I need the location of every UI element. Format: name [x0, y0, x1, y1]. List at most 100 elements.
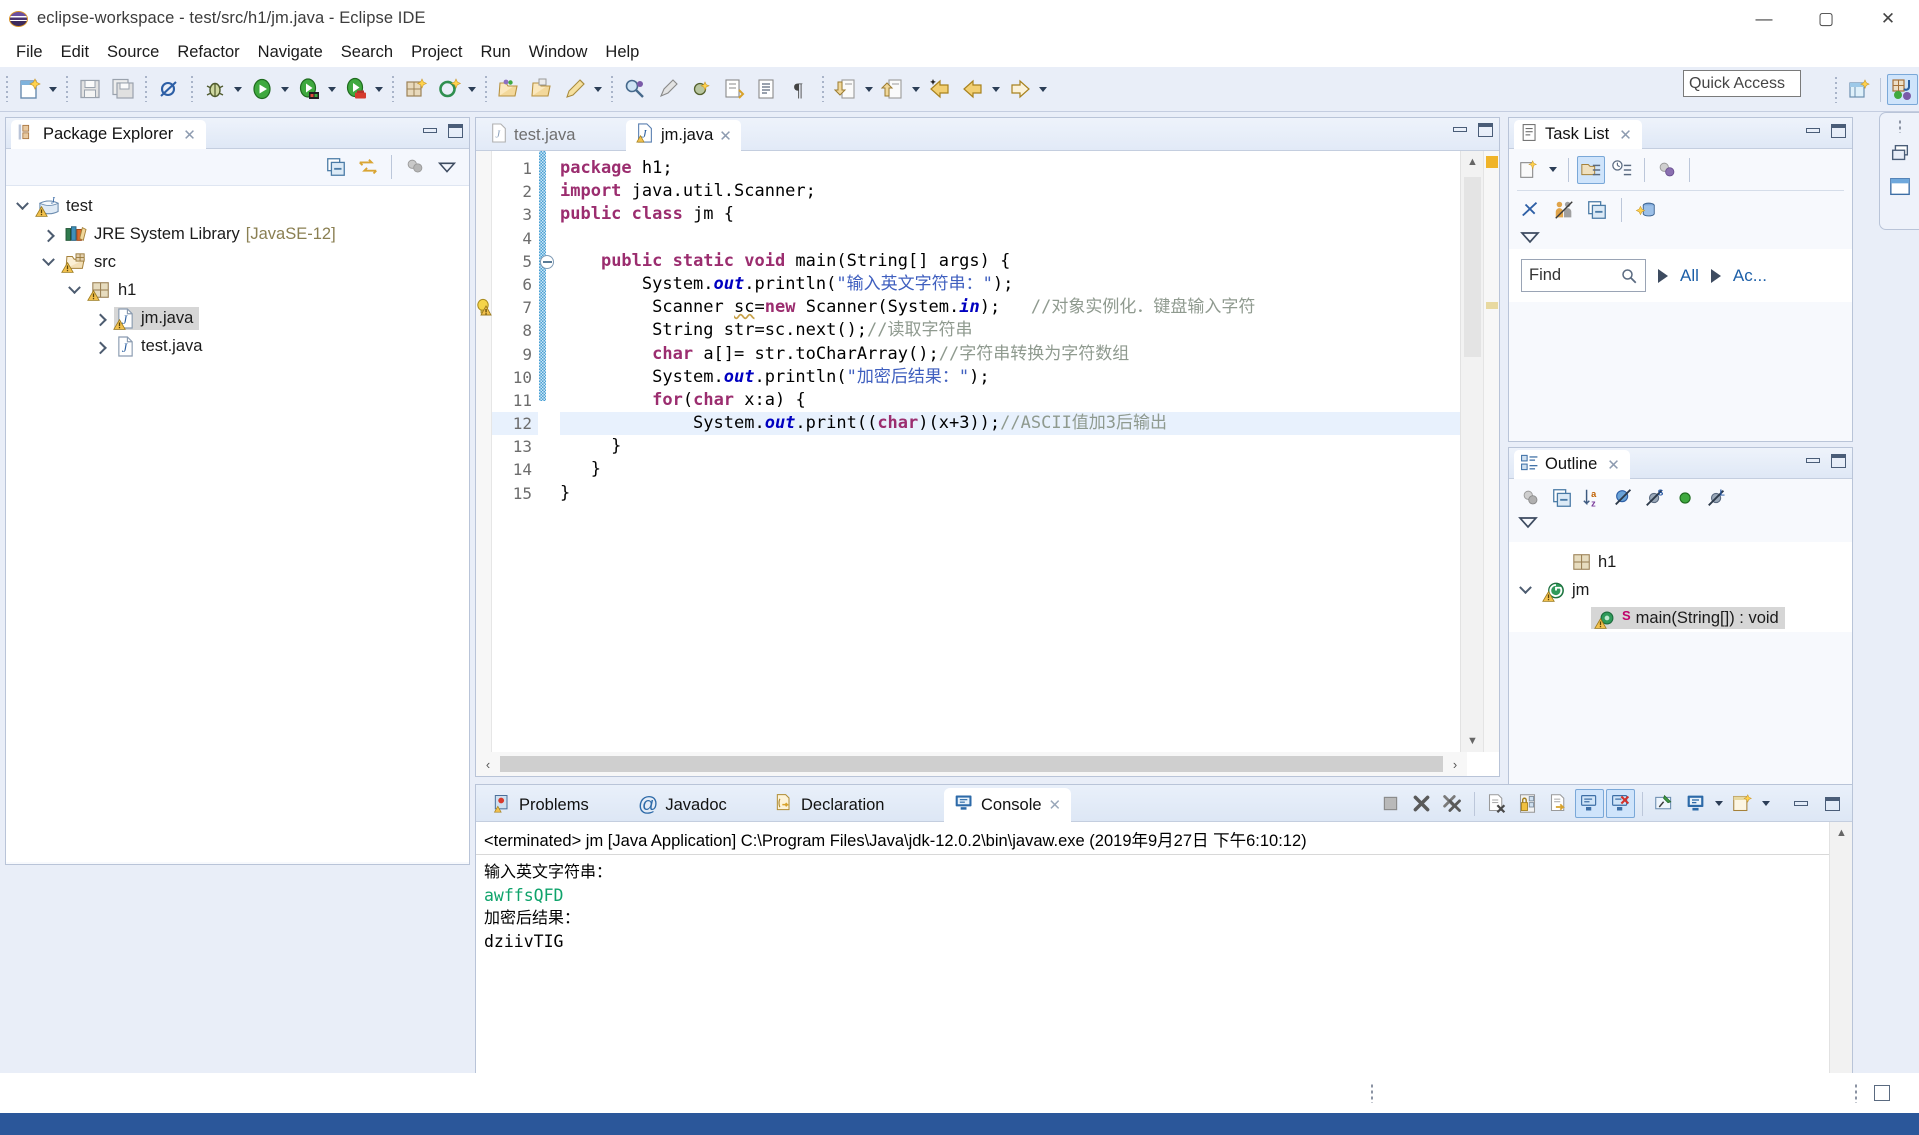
menu-project[interactable]: Project — [402, 41, 471, 64]
coverage-dropdown[interactable] — [325, 74, 339, 105]
annotation-ruler[interactable] — [476, 151, 492, 776]
open-task-icon[interactable] — [526, 74, 557, 105]
back-icon[interactable] — [957, 74, 988, 105]
back-dropdown[interactable] — [989, 74, 1003, 105]
toolbar-grip-7[interactable] — [608, 76, 615, 102]
outline-tree[interactable]: h1 jm Smain(String[]) : void — [1509, 542, 1852, 632]
show-whitespace-icon[interactable] — [751, 74, 782, 105]
next-annotation-icon[interactable] — [685, 74, 716, 105]
quick-fix-icon[interactable] — [652, 74, 683, 105]
filter-active-link[interactable]: Ac... — [1733, 266, 1767, 286]
tab-package-explorer[interactable]: Package Explorer ✕ — [11, 120, 206, 149]
close-icon[interactable]: ✕ — [1607, 456, 1620, 474]
tab-declaration[interactable]: Declaration — [764, 788, 894, 822]
toolbar-grip-4[interactable] — [188, 76, 195, 102]
display-console-dropdown[interactable] — [1712, 788, 1726, 819]
view-menu-filter-icon[interactable] — [401, 153, 429, 181]
previous-edit-dropdown[interactable] — [909, 74, 923, 105]
filter-all-arrow-icon[interactable] — [1658, 268, 1668, 283]
editor-tab-jm-java[interactable]: J jm.java ✕ — [626, 120, 741, 151]
minimize-icon[interactable] — [1805, 456, 1820, 466]
new-package-icon[interactable] — [433, 74, 464, 105]
toolbar-grip-8[interactable] — [819, 76, 826, 102]
menu-help[interactable]: Help — [596, 41, 648, 64]
hscroll-thumb[interactable] — [500, 756, 1443, 772]
tab-problems[interactable]: Problems — [482, 788, 599, 822]
toolbar-grip-3[interactable] — [142, 76, 149, 102]
chevron-right-icon[interactable] — [92, 338, 109, 355]
tab-console[interactable]: Console ✕ — [944, 788, 1072, 822]
scroll-up-icon[interactable]: ▲ — [1461, 151, 1484, 173]
toolbar-grip-2[interactable] — [63, 76, 70, 102]
editor-tab-test-java[interactable]: J test.java — [481, 120, 584, 151]
synchronize-changed-icon[interactable] — [1517, 196, 1545, 224]
scroll-right-icon[interactable]: › — [1443, 757, 1467, 772]
remove-all-terminated-icon[interactable] — [1438, 789, 1467, 818]
next-edit-dropdown[interactable] — [862, 74, 876, 105]
find-input[interactable]: Find — [1521, 259, 1646, 292]
scroll-down-icon[interactable]: ▼ — [1461, 730, 1484, 752]
run-icon[interactable] — [246, 74, 277, 105]
chevron-right-icon[interactable] — [92, 310, 109, 327]
terminate-icon[interactable] — [1376, 789, 1405, 818]
scheduled-presentation-icon[interactable] — [1608, 156, 1636, 184]
close-icon[interactable]: ✕ — [183, 126, 196, 144]
open-type-icon[interactable] — [493, 74, 524, 105]
save-all-icon[interactable] — [107, 74, 138, 105]
toolbar-grip-5[interactable] — [389, 76, 396, 102]
word-wrap-icon[interactable] — [1544, 789, 1573, 818]
tree-item-src[interactable]: src — [14, 248, 469, 276]
pin-console-icon[interactable] — [1650, 789, 1679, 818]
hide-local-types-icon[interactable]: L — [1703, 484, 1731, 512]
tree-item-test[interactable]: Jtest — [14, 192, 469, 220]
show-console-on-output-icon[interactable] — [1575, 789, 1604, 818]
outline-item-jm[interactable]: jm — [1517, 576, 1852, 604]
previous-annotation-icon[interactable] — [718, 74, 749, 105]
scroll-thumb[interactable] — [1464, 177, 1481, 357]
quick-access-input[interactable]: Quick Access — [1683, 70, 1801, 97]
package-dropdown[interactable] — [465, 74, 479, 105]
close-icon[interactable]: ✕ — [1049, 796, 1062, 814]
edit-dropdown[interactable] — [591, 74, 605, 105]
open-console-icon[interactable] — [1728, 789, 1757, 818]
status-grip[interactable] — [1370, 1083, 1374, 1103]
editor-vertical-scrollbar[interactable]: ▲ ▼ — [1460, 151, 1483, 752]
menu-navigate[interactable]: Navigate — [249, 41, 332, 64]
remove-launch-icon[interactable] — [1407, 789, 1436, 818]
chevron-down-icon[interactable] — [14, 196, 31, 215]
marker-overview-ruler[interactable] — [1483, 151, 1499, 752]
restore-icon[interactable] — [1886, 139, 1914, 167]
categorized-presentation-icon[interactable] — [1577, 155, 1605, 184]
menu-source[interactable]: Source — [98, 41, 168, 64]
package-explorer-tree[interactable]: Jtest JRE System Library [JavaSE-12] src h1… — [6, 186, 469, 862]
debug-icon[interactable] — [199, 74, 230, 105]
open-perspective-icon[interactable] — [1843, 74, 1874, 105]
outline-item-h1[interactable]: h1 — [1517, 548, 1852, 576]
collapse-all-icon[interactable] — [1583, 196, 1611, 224]
tree-item-jre-system-library[interactable]: JRE System Library [JavaSE-12] — [14, 220, 469, 248]
focus-on-workweek-icon[interactable] — [1653, 156, 1681, 184]
package-explorer-fastview-icon[interactable] — [1886, 173, 1914, 201]
collapse-all-icon[interactable] — [322, 153, 350, 181]
chevron-down-icon[interactable] — [66, 280, 83, 299]
clear-console-icon[interactable] — [1482, 789, 1511, 818]
new-java-project-icon[interactable] — [400, 74, 431, 105]
close-icon[interactable]: ✕ — [719, 127, 732, 145]
menu-run[interactable]: Run — [471, 41, 519, 64]
maximize-icon[interactable] — [1831, 124, 1846, 138]
tab-outline[interactable]: Outline ✕ — [1514, 450, 1630, 479]
skip-breakpoints-icon[interactable] — [153, 74, 184, 105]
filter-active-arrow-icon[interactable] — [1710, 268, 1721, 283]
debug-dropdown[interactable] — [231, 74, 245, 105]
link-with-editor-icon[interactable] — [354, 153, 382, 181]
scroll-lock-icon[interactable] — [1513, 789, 1542, 818]
minimize-icon[interactable] — [1805, 126, 1820, 136]
maximize-icon[interactable] — [1825, 796, 1840, 811]
run-last-tool-icon[interactable] — [340, 74, 371, 105]
tree-item-test-java[interactable]: Jtest.java — [14, 332, 469, 360]
run-coverage-icon[interactable] — [293, 74, 324, 105]
hide-static-icon[interactable]: S — [1641, 484, 1669, 512]
menu-search[interactable]: Search — [332, 41, 402, 64]
new-wizard-icon[interactable] — [14, 74, 45, 105]
last-tool-dropdown[interactable] — [372, 74, 386, 105]
